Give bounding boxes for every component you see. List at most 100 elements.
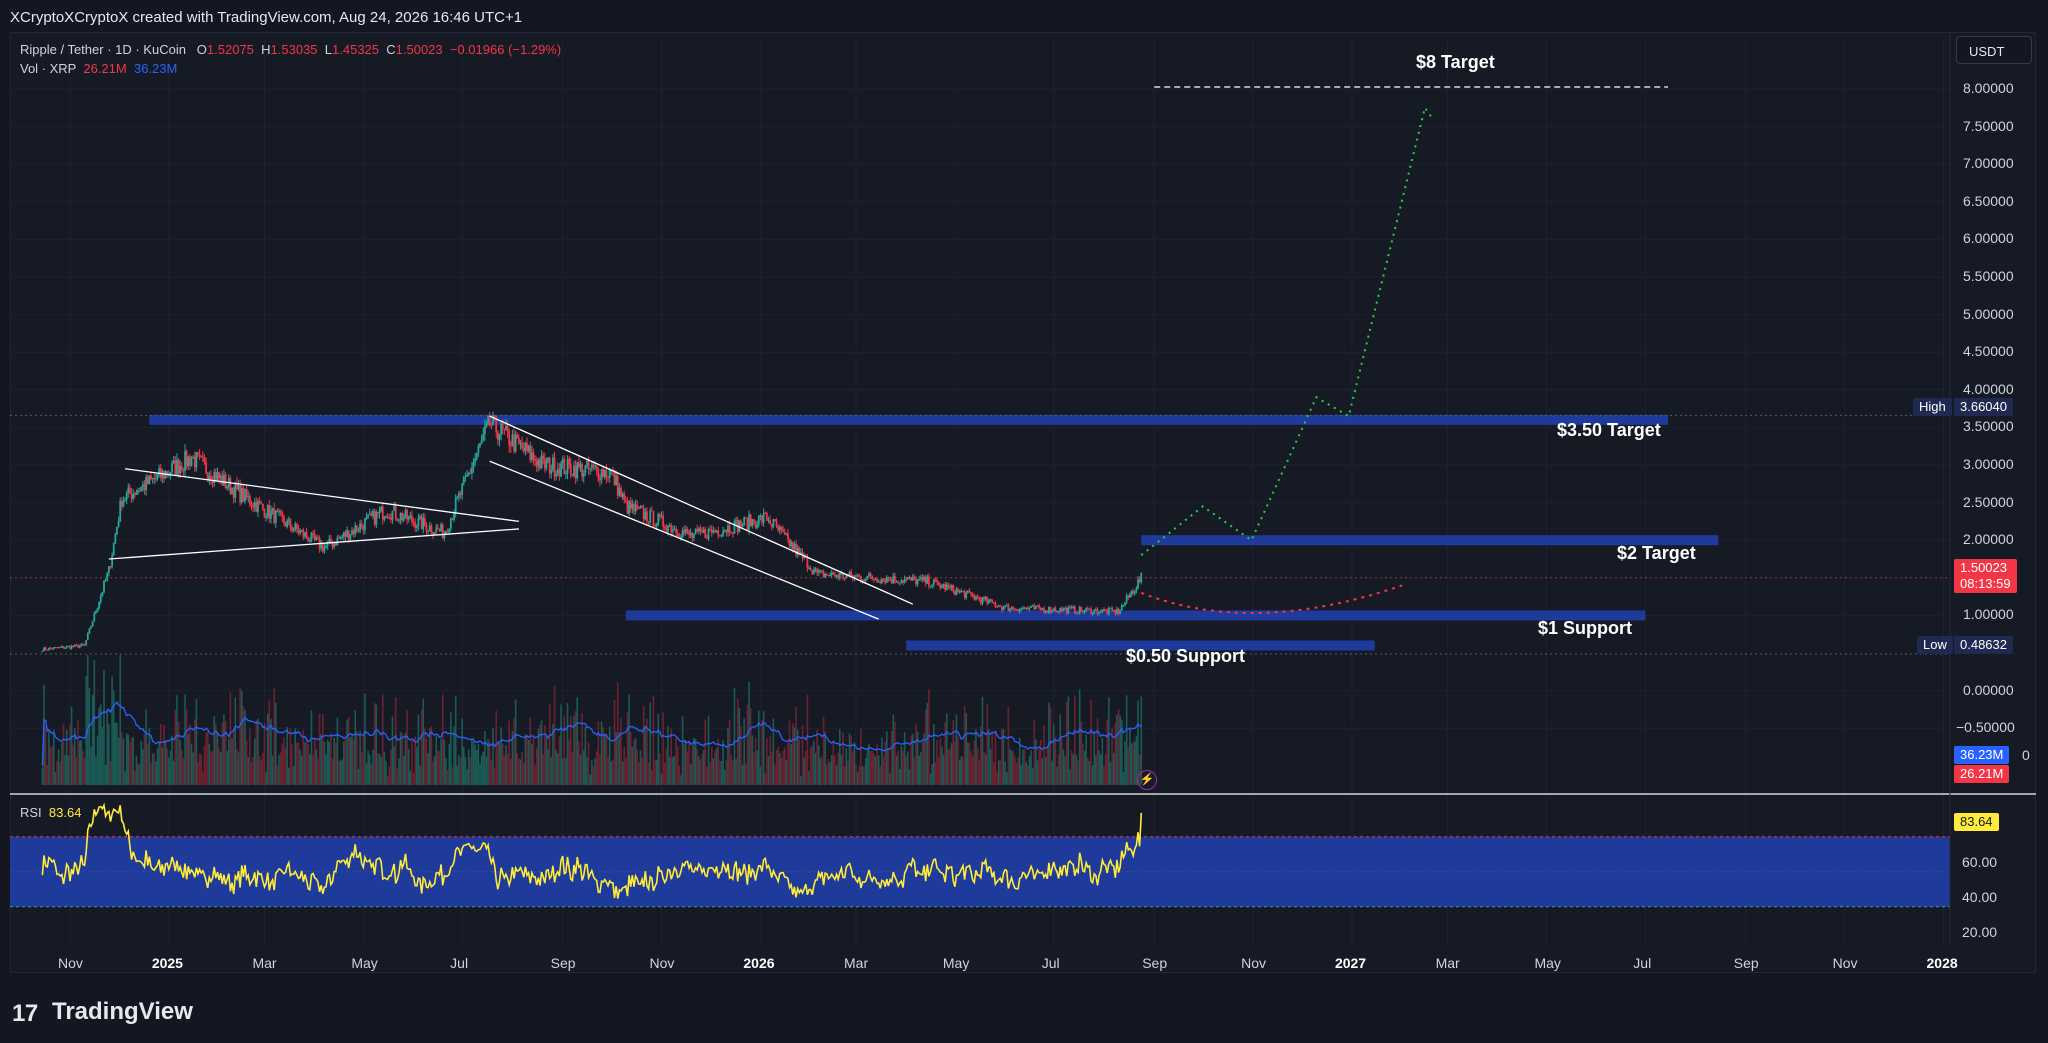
volume-bar [869,751,872,785]
candle-body [1112,609,1115,611]
low-tag: Low [1917,636,1953,654]
volume-bar [999,760,1002,785]
candle-body [52,647,55,650]
volume-bar [161,747,164,785]
candle-body [553,457,556,477]
volume-bar [751,735,754,785]
candle-body [1101,609,1104,612]
volume-bar [333,737,335,785]
tradingview-wordmark[interactable]: TradingView [52,998,193,1026]
candle-body [188,456,191,466]
volume-bar [616,682,619,785]
candle-body [1080,606,1083,611]
currency-button[interactable]: USDT [1956,36,2032,64]
symbol-name[interactable]: Ripple / Tether · 1D · KuCoin [20,42,186,57]
candle-body [286,520,289,527]
candle-body [281,512,284,517]
candle-body [872,578,875,580]
candle-body [829,574,831,576]
candle-body [926,576,929,584]
volume-bar [346,719,348,785]
volume-bar [767,756,770,785]
candle-body [1078,606,1081,614]
candle-body [176,459,178,475]
volume-bar [273,688,275,785]
volume-bar [52,729,55,785]
volume-bar [150,763,152,785]
candle-body [480,440,483,444]
candle-body [834,574,836,577]
candle-body [949,586,951,589]
volume-bar [1041,758,1044,785]
candle-body [383,516,386,520]
candle-body [351,530,353,535]
time-axis-label: Sep [550,955,576,971]
candle-body [958,591,961,593]
candle-body [819,570,822,572]
candle-body [415,526,418,529]
rsi-label[interactable]: RSI [20,805,42,820]
candle-body [122,500,125,507]
volume-bar [830,755,833,785]
volume-bar [312,754,314,785]
volume-bar [707,715,710,785]
candle-body [697,528,700,532]
lightning-icon[interactable]: ⚡ [1137,770,1157,790]
candle-body [308,541,311,543]
candle-body [151,478,154,480]
target-350-label[interactable]: $3.50 Target [1557,420,1661,441]
candle-body [1020,608,1023,610]
target-2-label[interactable]: $2 Target [1617,543,1696,564]
volume-bar [91,694,94,785]
price-chart[interactable] [0,0,2048,1043]
candle-body [837,575,840,579]
volume-bar [41,767,44,785]
candle-body [727,525,729,533]
candle-body [187,456,190,467]
candle-body [952,585,955,592]
volume-bar [378,754,381,785]
volume-bar [1096,718,1099,785]
target-8-label[interactable]: $8 Target [1416,52,1495,73]
volume-bar [420,709,423,785]
tradingview-logo-icon[interactable]: 17 [12,1000,38,1028]
candle-body [349,534,352,540]
candle-body [707,529,710,539]
candle-body [258,500,261,504]
candle-body [910,577,913,581]
candle-body [749,514,752,527]
volume-bar [119,655,122,785]
candle-body [414,522,417,529]
volume-bar [1072,754,1074,785]
volume-bar [211,751,214,785]
candle-body [856,575,859,577]
volume-bar [292,766,295,785]
candle-body [154,478,157,480]
support-1-label[interactable]: $1 Support [1538,618,1632,639]
candle-body [783,531,786,535]
candle-body [764,512,767,514]
volume-bar [169,750,172,785]
candle-body [584,465,587,473]
volume-label[interactable]: Vol · XRP [20,61,76,76]
candle-body [94,611,97,614]
price-axis-label: 1.00000 [1963,606,2014,623]
volume-bar [621,761,624,785]
high-value-tag: 3.66040 [1954,398,2013,416]
volume-bar [1074,695,1076,785]
candle-body [1138,579,1141,582]
volume-bar [428,728,431,785]
candle-body [600,469,603,481]
candle-body [299,530,302,534]
support-050-label[interactable]: $0.50 Support [1126,646,1245,667]
volume-bar [589,774,592,785]
volume-bar [895,755,898,785]
candle-body [825,573,828,576]
volume-bar [1057,754,1060,785]
volume-bar [1036,760,1039,785]
candle-body [774,519,776,522]
candle-body [205,461,208,473]
volume-bar [761,719,763,785]
volume-bar [950,743,953,785]
volume-bar [407,748,410,785]
